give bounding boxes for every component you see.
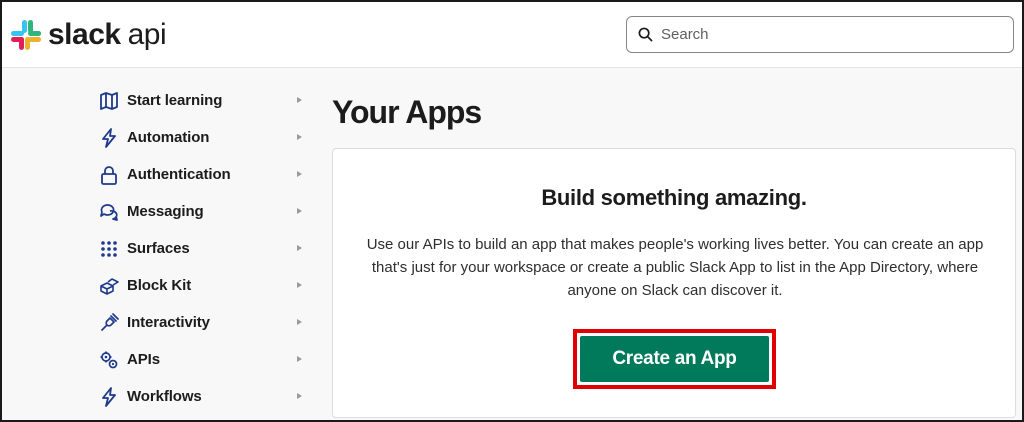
page-title: Your Apps: [332, 94, 482, 130]
chevron-right-icon: [297, 134, 302, 140]
sidebar-item-label: Automation: [127, 129, 210, 146]
sidebar-item-apis[interactable]: APIs: [98, 341, 312, 378]
plug-icon: [98, 312, 120, 334]
card-heading: Build something amazing.: [541, 185, 807, 210]
chevron-right-icon: [297, 319, 302, 325]
chevron-right-icon: [297, 282, 302, 288]
chevron-right-icon: [297, 245, 302, 251]
sidebar-item-start-learning[interactable]: Start learning: [98, 82, 312, 119]
sidebar-item-label: Authentication: [127, 166, 231, 183]
sidebar-item-interactivity[interactable]: Interactivity: [98, 304, 312, 341]
sidebar-item-label: Workflows: [127, 388, 202, 405]
sidebar-item-label: Interactivity: [127, 314, 210, 331]
map-icon: [98, 90, 120, 112]
sidebar-item-label: Messaging: [127, 203, 204, 220]
lock-icon: [98, 164, 120, 186]
chevron-right-icon: [297, 171, 302, 177]
blocks-icon: [98, 275, 120, 297]
chevron-right-icon: [297, 208, 302, 214]
sidebar-item-authentication[interactable]: Authentication: [98, 156, 312, 193]
lightning-icon: [98, 127, 120, 149]
message-bubbles-icon: [98, 201, 120, 223]
logo-wordmark: slack api: [48, 18, 167, 51]
logo-brand-text: slack: [48, 18, 121, 51]
sidebar-item-label: Start learning: [127, 92, 223, 109]
sidebar-item-label: APIs: [127, 351, 160, 368]
chevron-right-icon: [297, 356, 302, 362]
top-header: slack api: [2, 2, 1022, 68]
card-description: Use our APIs to build an app that makes …: [366, 236, 984, 299]
sidebar-item-surfaces[interactable]: Surfaces: [98, 230, 312, 267]
sidebar-item-workflows[interactable]: Workflows: [98, 378, 312, 415]
grid-dots-icon: [98, 238, 120, 260]
slack-api-logo[interactable]: slack api: [10, 17, 167, 53]
cta-highlight-box: Create an App: [573, 329, 776, 389]
lightning-icon: [98, 386, 120, 408]
search-input[interactable]: [661, 26, 991, 43]
sidebar-item-messaging[interactable]: Messaging: [98, 193, 312, 230]
sidebar-item-automation[interactable]: Automation: [98, 119, 312, 156]
build-app-card: Build something amazing. Use our APIs to…: [332, 148, 1016, 418]
search-box[interactable]: [626, 16, 1014, 53]
sidebar-nav: Start learning Automation Authentication…: [98, 82, 312, 415]
create-app-button[interactable]: Create an App: [580, 336, 769, 382]
chevron-right-icon: [297, 393, 302, 399]
sidebar-item-label: Block Kit: [127, 277, 192, 294]
chevron-right-icon: [297, 97, 302, 103]
browser-frame: slackapi Start learning Automation: [0, 0, 1024, 422]
logo-product-text: api: [127, 18, 167, 51]
slack-logo-icon: [11, 20, 41, 50]
sidebar-item-label: Surfaces: [127, 240, 190, 257]
search-icon: [638, 27, 653, 42]
sidebar-item-block-kit[interactable]: Block Kit: [98, 267, 312, 304]
gears-icon: [98, 349, 120, 371]
